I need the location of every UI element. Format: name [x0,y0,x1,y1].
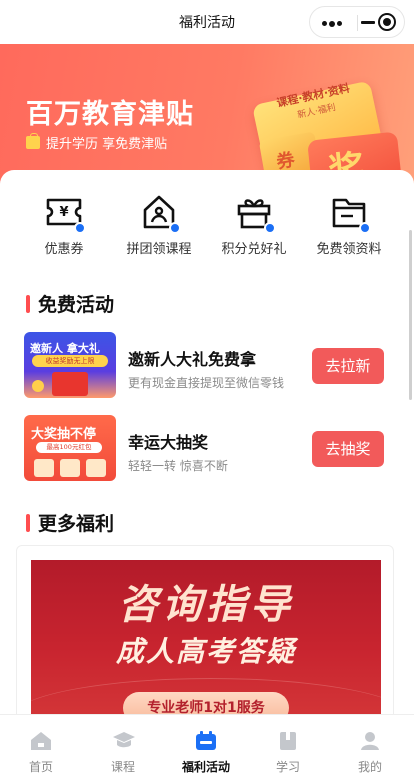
section-title-text: 更多福利 [38,513,115,535]
quick-action-group-buy[interactable]: 拼团领课程 [111,192,207,257]
hero-subtitle-text: 提升学历 享免费津贴 [46,137,168,152]
lottery-ticket-icon [86,459,106,477]
welfare-icon [195,731,217,751]
folder-icon [329,192,371,234]
quick-action-label: 优惠券 [44,242,84,257]
tab-label: 课程 [110,760,135,774]
quick-actions: ¥ 优惠券 拼团领课程 积分兑好礼 免费领资料 [0,192,414,262]
quick-action-free-materials[interactable]: 免费领资料 [301,192,397,257]
red-envelope-icon [52,372,88,396]
coupon-icon: ¥ [44,192,86,234]
quick-action-label: 拼团领课程 [126,242,192,257]
scrollbar[interactable] [409,230,412,400]
main-content: ¥ 优惠券 拼团领课程 积分兑好礼 免费领资料 免费活动 邀新人 拿大礼 收益奖… [0,170,414,735]
lottery-ticket-icon [34,459,54,477]
lottery-button[interactable]: 去抽奖 [312,431,384,467]
navigation-bar: 福利活动 [0,0,414,44]
mini-program-capsule [309,6,405,38]
activity-item-invite[interactable]: 邀新人 拿大礼 收益奖励无上限 邀新人大礼免费拿 更有现金直接提现至微信零钱 去… [24,332,390,400]
gift-icon [234,192,276,234]
section-title-bar [26,513,30,532]
more-icon[interactable] [322,20,344,27]
section-title-more-benefits: 更多福利 [26,509,114,536]
quick-action-label: 免费领资料 [316,242,382,257]
poster-headline: 咨询指导 [118,582,294,628]
activity-title: 邀新人大礼免费拿 [128,350,257,369]
course-icon [112,731,135,751]
tab-bar: 首页 课程 福利活动 学习 我的 [0,714,414,780]
invite-thumbnail: 邀新人 拿大礼 收益奖励无上限 [24,332,116,398]
study-icon [277,731,299,751]
home-icon [30,731,52,751]
activity-title: 幸运大抽奖 [128,433,209,452]
capsule-divider [357,15,358,31]
tab-courses[interactable]: 课程 [82,731,164,775]
lottery-thumbnail-subtitle: 最高100元红包 [36,442,102,453]
svg-text:¥: ¥ [59,205,68,220]
invite-thumbnail-subtitle: 收益奖励无上限 [32,355,108,367]
activity-description: 轻轻一转 惊喜不断 [128,459,228,473]
lottery-thumbnail-title: 大奖抽不停 [31,427,97,442]
bag-icon [26,133,40,149]
hero-subtitle: 提升学历 享免费津贴 [26,133,167,152]
activity-description: 更有现金直接提现至微信零钱 [128,376,285,390]
quick-action-gift[interactable]: 积分兑好礼 [206,192,302,257]
lottery-thumbnail: 大奖抽不停 最高100元红包 [24,415,116,481]
lottery-ticket-icon [60,459,80,477]
tab-welfare[interactable]: 福利活动 [165,731,247,775]
page: 福利活动 百万教育津贴 提升学历 享免费津贴 课程·教材·资料 新人·福利 券 … [0,0,414,780]
tab-home[interactable]: 首页 [0,731,82,775]
section-title-free-activities: 免费活动 [26,290,114,317]
group-buy-icon [139,192,181,234]
tab-label: 我的 [357,760,382,774]
minimize-icon[interactable] [361,21,375,24]
coin-icon [32,380,44,392]
section-title-bar [26,294,30,313]
profile-icon [359,731,381,751]
consultation-poster[interactable]: 咨询指导 成人高考答疑 专业老师1对1服务 [31,560,381,734]
quick-action-coupon[interactable]: ¥ 优惠券 [16,192,112,257]
tab-profile[interactable]: 我的 [329,731,411,775]
section-title-text: 免费活动 [38,294,115,316]
tab-label: 福利活动 [181,760,230,774]
poster-subheadline: 成人高考答疑 [115,635,296,668]
tab-label: 首页 [28,760,53,774]
more-benefits-card[interactable]: 咨询指导 成人高考答疑 专业老师1对1服务 [16,545,394,735]
tab-label: 学习 [275,760,300,774]
invite-button[interactable]: 去拉新 [312,348,384,384]
quick-action-label: 积分兑好礼 [221,242,287,257]
close-target-icon[interactable] [378,13,396,31]
hero-title: 百万教育津贴 [26,99,194,130]
invite-thumbnail-title: 邀新人 拿大礼 [30,342,100,355]
tab-study[interactable]: 学习 [247,731,329,775]
activity-item-lottery[interactable]: 大奖抽不停 最高100元红包 幸运大抽奖 轻轻一转 惊喜不断 去抽奖 [24,415,390,483]
